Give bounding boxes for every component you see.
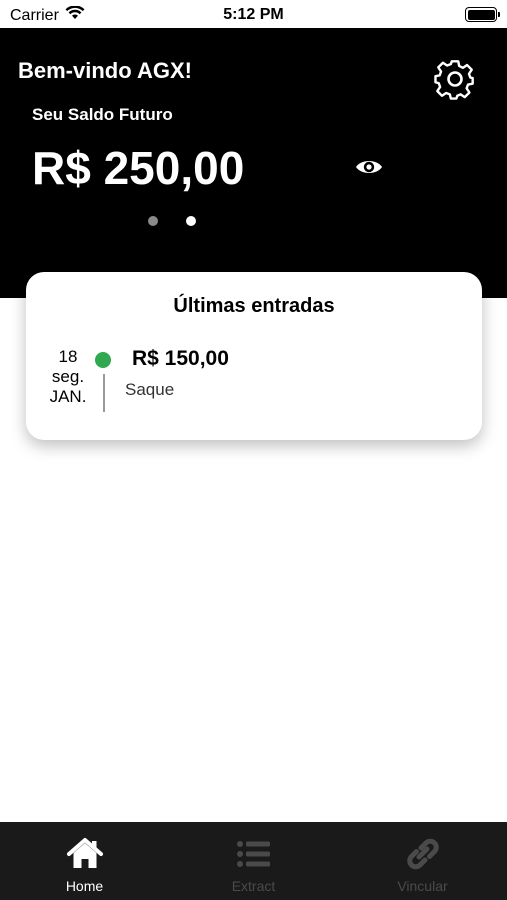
entry-month: JAN.: [49, 387, 87, 406]
timeline-line: [103, 374, 105, 412]
tab-extract[interactable]: Extract: [169, 822, 338, 900]
page-indicator[interactable]: [148, 216, 196, 226]
tab-home[interactable]: Home: [0, 822, 169, 900]
entry-description: Saque: [125, 380, 175, 399]
tab-label-vincular: Vincular: [397, 878, 448, 894]
list-icon: [235, 836, 273, 872]
balance-value: R$ 250,00: [32, 142, 245, 194]
link-icon: [404, 836, 442, 872]
recent-entries-card: Últimas entradas 18 seg. JAN. R$ 150,00 …: [26, 272, 482, 440]
balance-header: Bem-vindo AGX! Seu Saldo Futuro R$ 250,0…: [0, 28, 507, 298]
entry-day: 18: [58, 347, 78, 366]
status-time: 5:12 PM: [223, 6, 284, 23]
page-dot-1[interactable]: [148, 216, 158, 226]
tab-label-home: Home: [65, 878, 104, 894]
balance-label: Seu Saldo Futuro: [32, 105, 173, 124]
home-icon: [66, 836, 104, 872]
battery-icon: [465, 7, 500, 22]
entry-date: 18 seg. JAN.: [40, 347, 96, 407]
recent-entries-title: Últimas entradas: [173, 295, 335, 317]
tab-label-extract: Extract: [231, 878, 276, 894]
tab-vincular[interactable]: Vincular: [338, 822, 507, 900]
entry-status-dot: [95, 352, 111, 368]
entry-amount: R$ 150,00: [132, 347, 229, 370]
page-dot-2[interactable]: [186, 216, 196, 226]
gear-icon[interactable]: [432, 56, 478, 102]
eye-icon[interactable]: [354, 154, 384, 180]
tab-bar: Home Extract Vincular: [0, 822, 507, 900]
welcome-title: Bem-vindo AGX!: [18, 58, 192, 83]
entry-weekday: seg.: [51, 367, 85, 386]
status-bar: Carrier 5:12 PM: [0, 0, 507, 28]
